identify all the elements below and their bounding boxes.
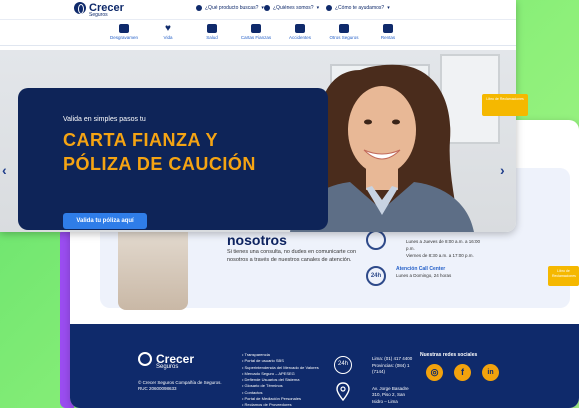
- linkedin-icon[interactable]: in: [482, 364, 499, 381]
- hero-title: CARTA FIANZA Y PÓLIZA DE CAUCIÓN: [63, 130, 256, 174]
- carousel-prev-icon[interactable]: ‹: [2, 162, 7, 178]
- home-page-card: Crecer Seguros ¿Qué producto buscas? ▾ ¿…: [0, 0, 516, 232]
- nav-salud[interactable]: Salud: [192, 24, 232, 40]
- brand-sub: Seguros: [89, 12, 108, 18]
- contact-person-image: [118, 220, 188, 310]
- footer-phone-2[interactable]: Provincias: (084) 1 (7144): [372, 363, 414, 376]
- hero-panel: Valida en simples pasos tu CARTA FIANZA …: [18, 88, 328, 230]
- call-center-hours: Lunes a Domingo, 24 horas: [396, 273, 452, 278]
- nav-label: Cartas Fianzas: [240, 35, 272, 40]
- office-hours: Lunes a Jueves de 8:00 a.m. a 16:00 p.m.…: [406, 238, 486, 259]
- footer-link[interactable]: Superintendencia del Mercado de Valores: [242, 365, 327, 371]
- side-claims-badge[interactable]: Libro de Reclamaciones: [548, 266, 579, 286]
- nav-label: Salud: [206, 35, 218, 40]
- footer-logo[interactable]: Crecer Seguros: [138, 352, 194, 370]
- clock-icon: [366, 230, 386, 250]
- menu-help-label: ¿Cómo te ayudamos?: [335, 5, 385, 11]
- nav-label: Rentas: [380, 35, 396, 40]
- crecer-logo-icon: [138, 352, 152, 366]
- footer-contact: Lima: (01) 417 4400 Provincias: (084) 1 …: [372, 356, 414, 405]
- carousel-next-icon[interactable]: ›: [500, 162, 505, 178]
- money-icon: [383, 24, 393, 33]
- nav-rentas[interactable]: Rentas: [368, 24, 408, 40]
- footer-brand-sub: Seguros: [156, 364, 179, 370]
- heart-icon: ♥: [165, 23, 171, 34]
- contact-text: Si tienes una consulta, no dudes en comu…: [227, 249, 357, 263]
- hero-banner: Valida en simples pasos tu CARTA FIANZA …: [0, 50, 516, 232]
- menu-products[interactable]: ¿Qué producto buscas? ▾: [196, 5, 264, 11]
- umbrella-icon: [339, 24, 349, 33]
- menu-about[interactable]: ¿Quiénes somos? ▾: [264, 5, 319, 11]
- menu-products-label: ¿Qué producto buscas?: [205, 5, 259, 11]
- hours-line-2: Viernes de 8:30 a.m. a 17:00 p.m.: [406, 253, 474, 258]
- nav-label: Otros Seguros: [329, 35, 359, 40]
- footer-address: Av. Jorge Basadre 310, Piso 2, San Isidr…: [372, 385, 409, 404]
- social-title: Nuestras redes sociales: [420, 352, 478, 358]
- instagram-icon[interactable]: ◎: [426, 364, 443, 381]
- chevron-down-icon: ▾: [316, 5, 320, 11]
- menu-help[interactable]: ¿Cómo te ayudamos? ▾: [326, 5, 390, 11]
- claims-book-badge[interactable]: Libro de Reclamaciones: [482, 94, 528, 116]
- header-logo[interactable]: Crecer Seguros: [74, 2, 124, 18]
- health-icon: [207, 24, 217, 33]
- nav-label: Accidentes: [288, 35, 311, 40]
- search-icon: [196, 5, 202, 11]
- footer-links: TransparenciaPortal de usuario SBSSuperi…: [242, 352, 327, 408]
- validate-policy-button[interactable]: Valida tu póliza aquí: [63, 213, 147, 229]
- accident-icon: [295, 24, 305, 33]
- top-navbar: Crecer Seguros ¿Qué producto buscas? ▾ ¿…: [0, 0, 516, 20]
- nav-otros-seguros[interactable]: Otros Seguros: [324, 24, 364, 40]
- nav-cartas-fianzas[interactable]: Cartas Fianzas: [236, 24, 276, 40]
- nav-accidentes[interactable]: Accidentes: [280, 24, 320, 40]
- nav-label: Desgravamen: [109, 35, 138, 40]
- people-icon: [264, 5, 270, 11]
- facebook-icon[interactable]: f: [454, 364, 471, 381]
- nav-desgravamen[interactable]: Desgravamen: [104, 24, 144, 40]
- hero-subtitle: Valida en simples pasos tu: [63, 116, 146, 123]
- building-icon: [251, 24, 261, 33]
- footer-phone[interactable]: Lima: (01) 417 4400: [372, 356, 414, 363]
- contact-title: nosotros: [227, 232, 287, 248]
- shield-icon: [119, 24, 129, 33]
- product-nav: Desgravamen ♥ Vida Salud Cartas Fianzas A…: [0, 22, 516, 46]
- nav-label: Vida: [163, 35, 173, 40]
- footer-copyright: © Crecer Seguros Compañía de Seguros. RU…: [138, 380, 222, 391]
- help-icon: [326, 5, 332, 11]
- location-pin-icon: [336, 382, 350, 402]
- screenshot-stage: nosotros Si tienes una consulta, no dude…: [0, 0, 579, 408]
- crecer-logo-icon: [74, 2, 86, 14]
- chevron-down-icon: ▾: [387, 5, 390, 11]
- call-center-24h-icon: 24h: [366, 266, 386, 286]
- nav-vida[interactable]: ♥ Vida: [148, 23, 188, 41]
- call-center-title[interactable]: Atención Call Center: [396, 266, 445, 272]
- hours-line-1: Lunes a Jueves de 8:00 a.m. a 16:00 p.m.: [406, 239, 481, 251]
- footer-link[interactable]: Reclamos de Proveedores: [242, 402, 327, 408]
- phone-24h-icon: 24h: [334, 356, 352, 374]
- footer: Crecer Seguros © Crecer Seguros Compañía…: [70, 324, 579, 408]
- menu-about-label: ¿Quiénes somos?: [273, 5, 314, 11]
